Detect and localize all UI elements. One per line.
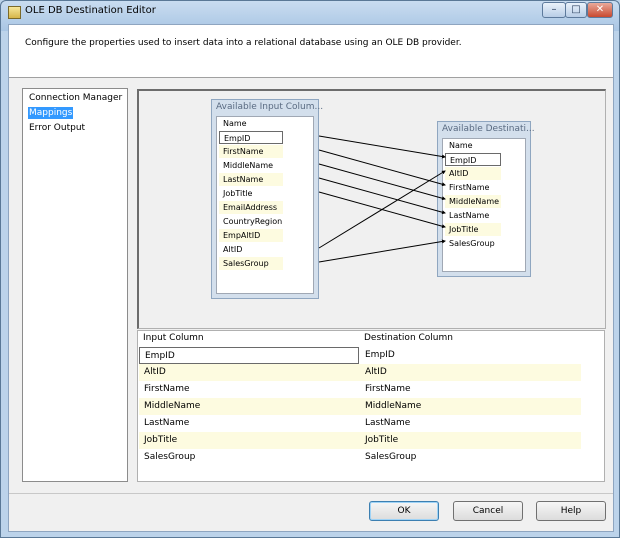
mapping-destination-cell[interactable]: EmpID: [360, 347, 581, 364]
mapping-input-cell[interactable]: AltID: [139, 364, 359, 381]
mapping-input-cell[interactable]: SalesGroup: [139, 449, 359, 466]
mapping-row[interactable]: SalesGroup SalesGroup: [139, 449, 581, 466]
mapping-line: [318, 239, 446, 263]
mapping-row[interactable]: EmpID EmpID: [139, 347, 581, 364]
dialog-description: Configure the properties used to insert …: [25, 38, 462, 48]
mapping-line: [318, 149, 446, 187]
minimize-button[interactable]: –: [542, 2, 566, 18]
maximize-button[interactable]: □: [565, 2, 587, 18]
mapping-destination-cell[interactable]: MiddleName: [360, 398, 581, 415]
mapping-input-cell[interactable]: JobTitle: [139, 432, 359, 449]
mapping-input-cell[interactable]: LastName: [139, 415, 359, 432]
mapping-destination-cell[interactable]: JobTitle: [360, 432, 581, 449]
nav-item-connection-manager[interactable]: Connection Manager: [28, 92, 123, 104]
input-column-header: Input Column: [143, 333, 204, 343]
close-button[interactable]: ✕: [587, 2, 613, 18]
mapping-input-cell[interactable]: MiddleName: [139, 398, 359, 415]
window-title: OLE DB Destination Editor: [25, 5, 156, 16]
mapping-line: [318, 170, 446, 249]
destination-column-header: Destination Column: [364, 333, 453, 343]
dialog-window: OLE DB Destination Editor – □ ✕ Configur…: [0, 0, 620, 538]
mapping-input-cell[interactable]: EmpID: [139, 347, 359, 364]
mapping-line: [318, 135, 446, 159]
mapping-destination-cell[interactable]: SalesGroup: [360, 449, 581, 466]
mapping-row[interactable]: JobTitle JobTitle: [139, 432, 581, 449]
mapping-row[interactable]: LastName LastName: [139, 415, 581, 432]
button-divider: [9, 493, 613, 494]
mapping-line: [318, 163, 446, 201]
help-button[interactable]: Help: [536, 501, 606, 521]
mapping-input-cell[interactable]: FirstName: [139, 381, 359, 398]
mapping-destination-cell[interactable]: FirstName: [360, 381, 581, 398]
mapping-lines: [318, 135, 446, 263]
dialog-header: Configure the properties used to insert …: [9, 25, 613, 78]
cancel-button[interactable]: Cancel: [453, 501, 523, 521]
title-bar[interactable]: OLE DB Destination Editor – □ ✕: [1, 1, 619, 23]
nav-item-error-output[interactable]: Error Output: [28, 122, 86, 134]
mapping-line: [318, 177, 446, 215]
mappings-grid: Input Column Destination Column EmpID Em…: [137, 330, 605, 482]
mapping-destination-cell[interactable]: LastName: [360, 415, 581, 432]
app-icon: [8, 6, 21, 19]
nav-item-mappings[interactable]: Mappings: [28, 107, 74, 119]
page-nav-list: Connection Manager Mappings Error Output: [22, 88, 128, 482]
mapping-row[interactable]: MiddleName MiddleName: [139, 398, 581, 415]
mapping-row[interactable]: FirstName FirstName: [139, 381, 581, 398]
ok-button[interactable]: OK: [369, 501, 439, 521]
mapping-canvas: Available Input Colum... Name EmpID Firs…: [137, 89, 606, 329]
mapping-row[interactable]: AltID AltID: [139, 364, 581, 381]
mapping-destination-cell[interactable]: AltID: [360, 364, 581, 381]
dialog-client-area: Configure the properties used to insert …: [8, 24, 614, 532]
